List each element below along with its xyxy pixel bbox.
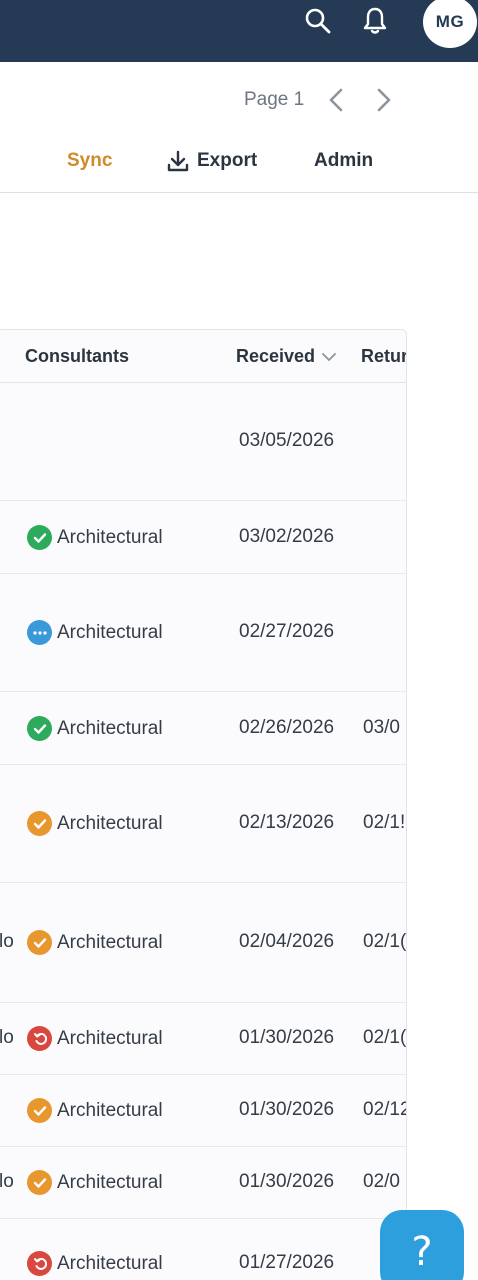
export-label: Export bbox=[197, 150, 258, 171]
column-header-label: Received bbox=[236, 346, 316, 366]
consultant-cell[interactable]: Architectural bbox=[27, 930, 163, 955]
table-header: Consultants Received Retur bbox=[0, 330, 406, 383]
column-header-received[interactable]: Received bbox=[236, 346, 337, 367]
check-circle-icon bbox=[27, 930, 52, 955]
check-circle-icon bbox=[27, 811, 52, 836]
consultant-name: Architectural bbox=[57, 621, 163, 643]
top-nav-bar: MG bbox=[0, 0, 478, 62]
page-indicator: Page 1 bbox=[244, 89, 305, 110]
column-header-returned[interactable]: Retur bbox=[361, 346, 407, 367]
consultant-name: Architectural bbox=[57, 1099, 163, 1121]
download-icon bbox=[167, 150, 189, 172]
chevron-left-icon bbox=[329, 88, 343, 112]
consultant-cell[interactable]: Architectural bbox=[27, 620, 163, 645]
notifications-button[interactable] bbox=[355, 0, 395, 42]
submittals-table: Consultants Received Retur 03/05/2026 Arc… bbox=[0, 329, 407, 1280]
admin-label: Admin bbox=[314, 150, 374, 171]
consultant-cell[interactable]: Architectural bbox=[27, 1098, 163, 1123]
check-circle-icon bbox=[27, 525, 52, 550]
check-circle-icon bbox=[27, 1098, 52, 1123]
sync-label: Sync bbox=[67, 150, 113, 171]
returned-date: 02/1( bbox=[363, 1027, 407, 1048]
row-truncated-cell: lo bbox=[0, 931, 14, 952]
consultant-cell[interactable]: Architectural bbox=[27, 811, 163, 836]
table-row[interactable]: 03/05/2026 bbox=[0, 383, 406, 501]
returned-date: 02/12 bbox=[363, 1099, 407, 1120]
received-date: 02/04/2026 bbox=[239, 931, 335, 952]
table-row[interactable]: lo Architectural 01/30/2026 02/1( bbox=[0, 1003, 406, 1075]
table-row[interactable]: Architectural 01/30/2026 02/12 bbox=[0, 1075, 406, 1147]
check-circle-icon bbox=[27, 716, 52, 741]
consultant-cell[interactable]: Architectural bbox=[27, 525, 163, 550]
received-date: 02/26/2026 bbox=[239, 717, 335, 738]
returned-date: 03/0 bbox=[363, 717, 400, 738]
previous-page-button[interactable] bbox=[322, 86, 350, 114]
received-date: 02/13/2026 bbox=[239, 812, 335, 833]
check-circle-icon bbox=[27, 1170, 52, 1195]
sync-button[interactable]: Sync bbox=[67, 150, 112, 172]
toolbar bbox=[0, 62, 478, 193]
sort-descending-icon[interactable] bbox=[321, 351, 337, 363]
column-header-label: Consultants bbox=[25, 346, 130, 366]
received-date: 03/02/2026 bbox=[239, 526, 335, 547]
user-avatar[interactable]: MG bbox=[423, 0, 477, 48]
column-header-consultants[interactable]: Consultants bbox=[25, 346, 129, 367]
consultant-name: Architectural bbox=[57, 717, 163, 739]
received-date: 01/30/2026 bbox=[239, 1099, 335, 1120]
received-date: 02/27/2026 bbox=[239, 621, 335, 642]
consultant-name: Architectural bbox=[57, 931, 163, 953]
search-button[interactable] bbox=[298, 0, 338, 42]
consultant-name: Architectural bbox=[57, 1171, 163, 1193]
chevron-right-icon bbox=[377, 88, 391, 112]
column-header-label: Retur bbox=[361, 346, 407, 366]
received-date: 03/05/2026 bbox=[239, 430, 335, 451]
table-row[interactable]: lo Architectural 01/30/2026 02/0 bbox=[0, 1147, 406, 1219]
bell-icon bbox=[363, 7, 387, 34]
consultant-cell[interactable]: Architectural bbox=[27, 1170, 163, 1195]
table-row[interactable]: Architectural 02/13/2026 02/1! bbox=[0, 765, 406, 883]
row-truncated-cell: lo bbox=[0, 1171, 14, 1192]
next-page-button[interactable] bbox=[370, 86, 398, 114]
consultant-name: Architectural bbox=[57, 526, 163, 548]
search-icon bbox=[305, 8, 331, 34]
consultant-cell[interactable]: Architectural bbox=[27, 1026, 163, 1051]
row-truncated-cell: lo bbox=[0, 1027, 14, 1048]
received-date: 01/30/2026 bbox=[239, 1171, 335, 1192]
undo-circle-icon bbox=[27, 1251, 52, 1276]
consultant-cell[interactable]: Architectural bbox=[27, 716, 163, 741]
consultant-cell[interactable]: Architectural bbox=[27, 1251, 163, 1276]
export-button[interactable]: Export bbox=[167, 150, 257, 172]
consultant-name: Architectural bbox=[57, 1252, 163, 1274]
undo-circle-icon bbox=[27, 1026, 52, 1051]
table-row[interactable]: Architectural 03/02/2026 bbox=[0, 501, 406, 574]
table-row[interactable]: lo Architectural 02/04/2026 02/1( bbox=[0, 883, 406, 1003]
received-date: 01/30/2026 bbox=[239, 1027, 335, 1048]
consultant-name: Architectural bbox=[57, 812, 163, 834]
more-circle-icon bbox=[27, 620, 52, 645]
table-row[interactable]: Architectural 02/26/2026 03/0 bbox=[0, 692, 406, 765]
returned-date: 02/1! bbox=[363, 812, 406, 833]
returned-date: 02/1( bbox=[363, 931, 407, 952]
received-date: 01/27/2026 bbox=[239, 1252, 335, 1273]
help-button[interactable]: ? bbox=[380, 1210, 464, 1280]
help-icon: ? bbox=[411, 1229, 433, 1275]
admin-button[interactable]: Admin bbox=[314, 150, 373, 172]
table-row[interactable]: Architectural 01/27/2026 bbox=[0, 1219, 406, 1280]
table-row[interactable]: Architectural 02/27/2026 bbox=[0, 574, 406, 692]
consultant-name: Architectural bbox=[57, 1027, 163, 1049]
returned-date: 02/0 bbox=[363, 1171, 400, 1192]
